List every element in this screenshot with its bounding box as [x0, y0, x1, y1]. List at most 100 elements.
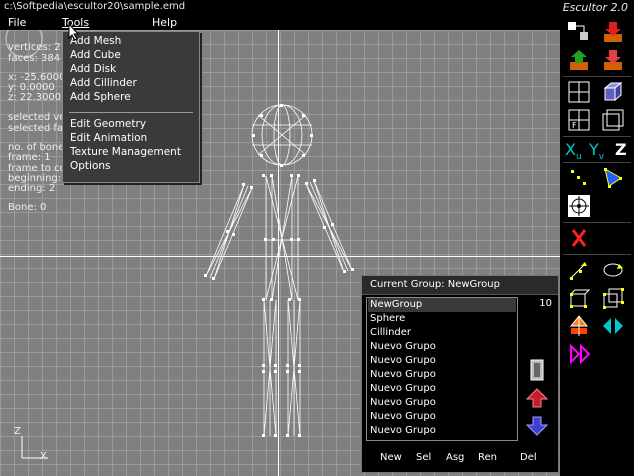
upload-icon	[570, 50, 588, 70]
wire-view-button[interactable]	[597, 106, 629, 134]
axis-x-button[interactable]: Xu	[565, 140, 582, 162]
delete-x-icon	[571, 229, 587, 247]
app-title: Escultor 2.0	[562, 1, 628, 14]
right-leg-mesh	[287, 299, 301, 437]
hud-z: z: 22.3000	[8, 92, 62, 103]
current-group-panel: Current Group: NewGroup NewGroup Sphere …	[361, 275, 559, 473]
menu-item-edit-animation[interactable]: Edit Animation	[70, 132, 147, 144]
list-item[interactable]: Nuevo Grupo	[368, 410, 516, 424]
move-up-icon[interactable]	[526, 388, 548, 408]
mouse-cursor-icon	[68, 23, 80, 41]
group-list[interactable]: NewGroup Sphere Cillinder Nuevo Grupo Nu…	[366, 297, 518, 441]
hud-faces: faces: 384	[8, 53, 61, 64]
upload-button[interactable]	[563, 46, 595, 74]
right-arm-mesh	[305, 180, 353, 273]
axis-z-button[interactable]: Z	[615, 140, 627, 159]
cube-view-icon	[603, 81, 623, 102]
group-count: 10	[539, 298, 552, 309]
cube-vertices-icon	[603, 288, 624, 309]
select-vertices-button[interactable]	[563, 164, 595, 192]
file-path: c:\Softpedia\escultor20\sample.emd	[4, 1, 186, 12]
right-toolbar: F Xu Yv Z	[561, 16, 634, 476]
menu-help[interactable]: Help	[152, 16, 177, 29]
mirror-tool-button[interactable]	[597, 312, 629, 340]
perspective-view-button[interactable]	[597, 78, 629, 106]
arrange-icon	[568, 22, 588, 40]
rename-group-button[interactable]: Ren	[478, 452, 497, 463]
cube-edit-button[interactable]	[597, 284, 629, 312]
list-item[interactable]: Nuevo Grupo	[368, 354, 516, 368]
new-group-button[interactable]: New	[380, 452, 402, 463]
list-item[interactable]: Nuevo Grupo	[368, 424, 516, 438]
four-view-button[interactable]	[563, 78, 595, 106]
title-bar: c:\Softpedia\escultor20\sample.emd Escul…	[0, 0, 634, 16]
hud-frame: frame: 1	[8, 152, 51, 163]
left-leg-mesh	[263, 299, 277, 437]
torso-mesh	[265, 175, 299, 301]
list-item[interactable]: Nuevo Grupo	[368, 340, 516, 354]
vertex-points	[204, 104, 354, 437]
hud-vertices: vertices: 21	[8, 42, 68, 53]
save-down-icon	[604, 22, 622, 42]
move-down-icon[interactable]	[526, 416, 548, 436]
rotate-tool-button[interactable]	[597, 256, 629, 284]
menu-item-texture-management[interactable]: Texture Management	[70, 146, 181, 158]
hud-selected-vertices: selected ver	[8, 112, 70, 123]
save-down-button[interactable]	[597, 18, 629, 46]
flip-triangles-icon	[570, 343, 591, 365]
assign-group-button[interactable]: Asg	[446, 452, 464, 463]
hud-ending: ending: 2	[8, 183, 56, 194]
toolbar-separator	[563, 162, 631, 163]
delete-group-button[interactable]: Del	[520, 452, 537, 463]
menu-separator	[69, 112, 193, 113]
properties-icon[interactable]	[530, 359, 544, 381]
menu-item-add-cube[interactable]: Add Cube	[70, 49, 121, 61]
toolbar-separator	[563, 254, 631, 255]
list-item[interactable]: NewGroup	[368, 298, 516, 312]
single-view-button[interactable]: F	[563, 106, 595, 134]
extrude-icon	[569, 315, 589, 336]
four-view-icon	[568, 81, 590, 103]
list-item[interactable]: Sphere	[368, 312, 516, 326]
delete-button[interactable]	[563, 224, 595, 252]
svg-text:F: F	[572, 121, 577, 130]
list-item[interactable]: Cillinder	[368, 326, 516, 340]
toolbar-separator	[563, 136, 631, 137]
menu-bar: File Tools Help	[0, 16, 560, 30]
menu-item-add-disk[interactable]: Add Disk	[70, 63, 116, 75]
menu-item-add-sphere[interactable]: Add Sphere	[70, 91, 131, 103]
list-item[interactable]: Nuevo Grupo	[368, 382, 516, 396]
move-tool-button[interactable]	[563, 256, 595, 284]
target-icon	[568, 195, 590, 217]
list-item[interactable]: Nuevo Grupo	[368, 396, 516, 410]
move-icon	[570, 262, 587, 280]
toolbar-separator	[563, 222, 631, 223]
scale-box-icon	[570, 289, 591, 308]
wireframe-view-icon	[602, 109, 624, 131]
menu-item-edit-geometry[interactable]: Edit Geometry	[70, 118, 146, 130]
rotate-icon	[603, 263, 623, 277]
menu-item-options[interactable]: Options	[70, 160, 111, 172]
select-faces-button[interactable]	[597, 164, 629, 192]
scale-tool-button[interactable]	[563, 284, 595, 312]
menu-file[interactable]: File	[8, 16, 26, 29]
mirror-icon	[603, 318, 623, 334]
group-panel-title: Current Group: NewGroup	[370, 279, 500, 290]
axis-y-button[interactable]: Yv	[589, 140, 604, 162]
axis-x-label: X	[40, 451, 47, 462]
download-button[interactable]	[597, 46, 629, 74]
menu-item-add-cillinder[interactable]: Add Cillinder	[70, 77, 137, 89]
axis-z-label: Z	[14, 426, 21, 437]
single-view-icon: F	[568, 109, 590, 131]
group-panel-title-bar: Current Group: NewGroup	[362, 276, 558, 295]
target-select-button[interactable]	[563, 192, 595, 220]
axis-lock-row: Xu Yv Z	[563, 140, 631, 162]
tools-dropdown-menu: Add Mesh Add Cube Add Disk Add Cillinder…	[62, 31, 200, 183]
flip-tool-button[interactable]	[563, 340, 595, 368]
list-item[interactable]: Nuevo Grupo	[368, 368, 516, 382]
arrange-tool-button[interactable]	[563, 18, 595, 46]
select-vertices-icon	[571, 170, 586, 185]
select-group-button[interactable]: Sel	[416, 452, 431, 463]
select-faces-icon	[604, 168, 622, 188]
extrude-tool-button[interactable]	[563, 312, 595, 340]
